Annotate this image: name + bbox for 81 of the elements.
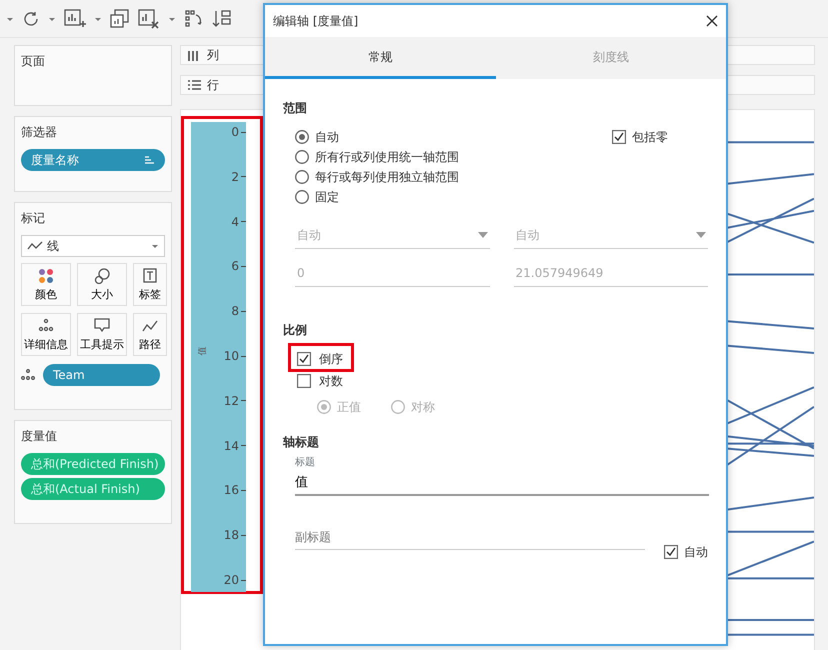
dots-icon <box>38 318 54 334</box>
radio-label: 固定 <box>315 189 339 206</box>
axis-title: 值 <box>196 346 209 356</box>
tick-mark <box>241 490 246 491</box>
sort-icon[interactable] <box>212 8 232 28</box>
field-pill[interactable]: Team <box>43 364 160 386</box>
pill-label: 度量名称 <box>31 152 79 169</box>
tick-label: 2 <box>231 170 239 183</box>
tick-label: 0 <box>231 126 239 138</box>
checkbox-label: 倒序 <box>319 350 343 368</box>
mark-card-button[interactable]: 大小 <box>77 263 127 306</box>
mark-card-button[interactable]: 路径 <box>133 313 167 356</box>
radio-label: 所有行或列使用统一轴范围 <box>315 149 459 166</box>
mark-type-dropdown[interactable]: 线 <box>21 235 165 257</box>
line-icon <box>27 241 43 251</box>
refresh-icon[interactable] <box>22 10 40 28</box>
tick-label: 8 <box>231 305 239 318</box>
caret-icon[interactable] <box>151 242 159 250</box>
tick-mark <box>241 400 246 402</box>
tick-mark <box>241 221 246 222</box>
mark-card-button[interactable]: 详细信息 <box>21 313 71 356</box>
dialog-title: 编辑轴 [度量值] <box>273 13 358 30</box>
circles-icon <box>94 268 110 284</box>
radio-label: 自动 <box>315 129 339 146</box>
columns-icon <box>187 48 201 62</box>
tick-label: 20 <box>224 574 239 586</box>
tick-mark <box>241 176 246 178</box>
section-title: 轴标题 <box>283 434 319 451</box>
dots-icon <box>38 268 54 284</box>
input-field[interactable]: 值 <box>295 470 709 496</box>
section-title: 比例 <box>283 322 307 339</box>
mark-card-button[interactable]: 颜色 <box>21 263 71 306</box>
tick-mark <box>241 534 246 536</box>
tick-label: 18 <box>224 529 239 542</box>
radio-label: 每行或每列使用独立轴范围 <box>315 169 459 186</box>
radio-label: 对称 <box>411 399 435 416</box>
shelf-label: 行 <box>207 77 219 94</box>
add-chart-icon[interactable] <box>64 8 86 28</box>
speech-bubble-icon <box>94 318 110 334</box>
checkbox[interactable] <box>664 545 678 559</box>
tick-mark <box>241 266 246 267</box>
mark-card-button[interactable]: 标签 <box>133 263 167 306</box>
mark-type-label: 线 <box>47 238 60 255</box>
remove-chart-icon[interactable] <box>138 8 160 28</box>
checkbox[interactable] <box>297 352 311 366</box>
tab[interactable]: 常规 <box>265 37 496 79</box>
tick-mark <box>241 310 246 312</box>
shelf-label: 列 <box>207 47 219 64</box>
tick-label: 16 <box>224 484 239 496</box>
close-icon[interactable] <box>706 15 718 27</box>
tick-label: 12 <box>224 394 239 407</box>
field-label: 标题 <box>295 456 316 470</box>
card-title: 筛选器 <box>21 124 57 141</box>
card-title: 度量值 <box>21 428 57 445</box>
text-label-icon <box>142 268 158 284</box>
section-title: 范围 <box>283 100 307 117</box>
tick-label: 14 <box>224 440 239 452</box>
sort-icon[interactable] <box>143 155 155 165</box>
copy-chart-icon[interactable] <box>110 8 130 28</box>
swap-icon[interactable] <box>184 8 204 28</box>
input-field[interactable]: 副标题 <box>295 524 645 550</box>
card-title: 标记 <box>21 210 45 227</box>
tick-label: 10 <box>224 350 239 362</box>
checkbox-label: 自动 <box>684 544 708 561</box>
checkbox-label: 包括零 <box>632 129 668 146</box>
mark-card-button[interactable]: 工具提示 <box>77 313 127 356</box>
checkbox[interactable] <box>297 374 311 388</box>
checkbox[interactable] <box>612 130 626 144</box>
card-title: 页面 <box>21 53 45 70</box>
list-icon <box>187 78 201 92</box>
radio-button[interactable] <box>295 190 309 204</box>
tick-mark <box>241 445 246 446</box>
field-pill[interactable]: 度量名称 <box>21 149 165 171</box>
radio-label: 正值 <box>337 399 361 416</box>
checkbox-label: 对数 <box>319 372 343 390</box>
radio-button[interactable] <box>295 130 309 144</box>
radio-button[interactable] <box>295 150 309 164</box>
tick-label: 6 <box>231 260 239 272</box>
tick-label: 4 <box>231 216 239 228</box>
radio-button[interactable] <box>295 170 309 184</box>
dots-icon <box>21 369 35 381</box>
